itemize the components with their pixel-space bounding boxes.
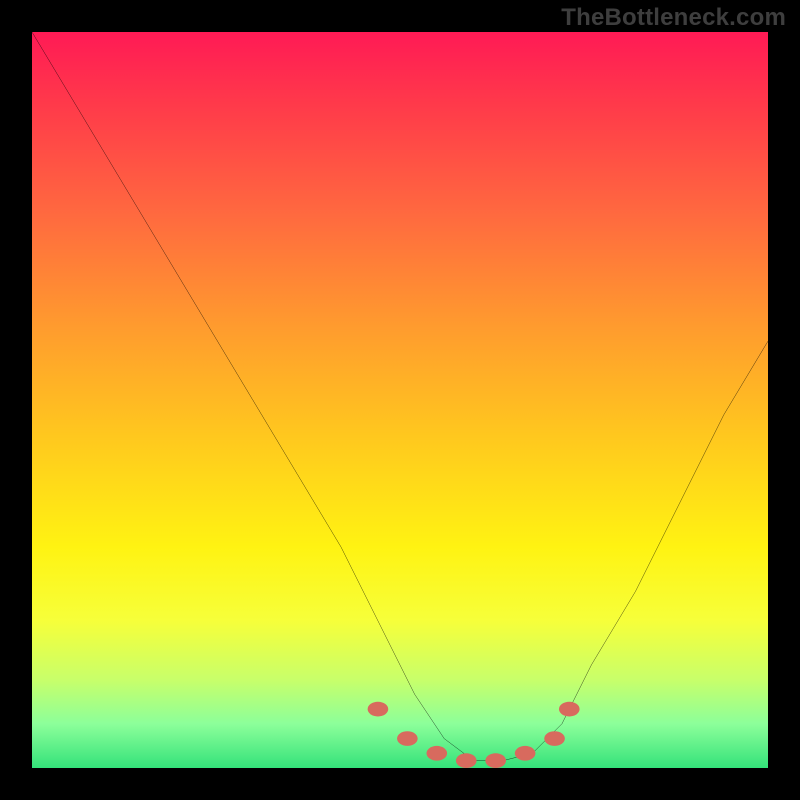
chart-frame: TheBottleneck.com	[0, 0, 800, 800]
plot-area	[32, 32, 768, 768]
optimal-range-markers	[368, 702, 580, 768]
curve-svg	[32, 32, 768, 768]
watermark-text: TheBottleneck.com	[561, 4, 786, 32]
optimal-marker	[515, 746, 536, 761]
bottleneck-curve	[32, 32, 768, 761]
optimal-marker	[559, 702, 580, 717]
optimal-marker	[426, 746, 447, 761]
optimal-marker	[456, 753, 477, 768]
optimal-marker	[485, 753, 506, 768]
optimal-marker	[544, 731, 565, 746]
optimal-marker	[368, 702, 389, 717]
optimal-marker	[397, 731, 418, 746]
